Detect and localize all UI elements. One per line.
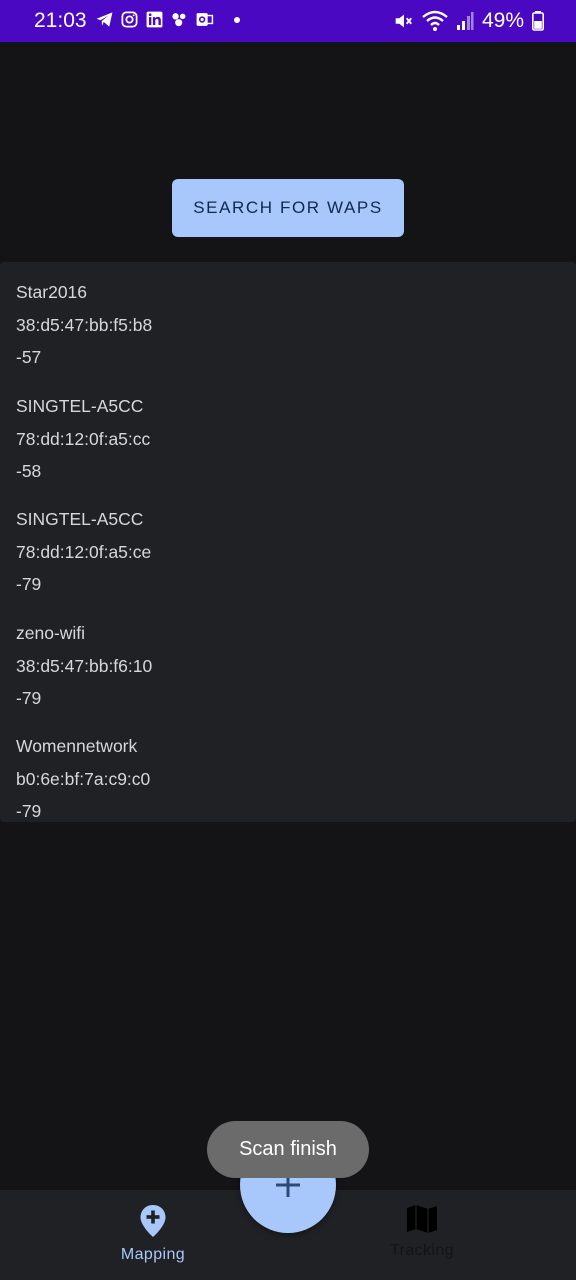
wap-rssi: -79 — [16, 687, 42, 708]
wap-bssid: 78:dd:12:0f:a5:ce — [16, 542, 152, 563]
wap-list-item[interactable]: zeno-wifi 38:d5:47:bb:f6:10 -79 — [0, 603, 576, 717]
nav-label-mapping: Mapping — [120, 1246, 186, 1263]
wap-ssid: SINGTEL-A5CC — [16, 395, 144, 416]
wap-ssid: Womennetwork — [16, 736, 138, 757]
nav-label-tracking: Tracking — [390, 1242, 454, 1259]
wap-ssid: Star2016 — [16, 282, 88, 302]
wap-ssid: SINGTEL-A5CC — [16, 509, 144, 530]
wap-bssid: 38:d5:47:bb:f5:b8 — [16, 315, 153, 335]
wap-rssi: -58 — [16, 460, 42, 481]
wap-ssid: zeno-wifi — [16, 622, 86, 643]
map-icon — [407, 1205, 437, 1233]
nav-item-mapping[interactable]: Mapping — [93, 1204, 213, 1264]
wap-bssid: 38:d5:47:bb:f6:10 — [16, 655, 153, 676]
wap-rssi: -79 — [16, 801, 42, 822]
wap-list[interactable]: Star2016 38:d5:47:bb:f5:b8 -57 SINGTEL-A… — [0, 262, 576, 822]
more-notifications-dot — [234, 16, 240, 23]
wap-rssi: -79 — [16, 574, 42, 595]
status-time: 21:03 — [34, 9, 87, 32]
nav-item-tracking[interactable]: Tracking — [362, 1204, 482, 1260]
wap-rssi: -57 — [16, 347, 42, 367]
notification-icons — [95, 10, 240, 29]
wap-list-item[interactable]: Star2016 38:d5:47:bb:f5:b8 -57 — [0, 262, 576, 376]
status-bar: 21:03 49% — [0, 0, 576, 42]
signal-icon — [456, 12, 474, 30]
wap-list-item[interactable]: SINGTEL-A5CC 78:dd:12:0f:a5:ce -79 — [0, 489, 576, 603]
map-pin-add-icon — [140, 1205, 166, 1237]
linkedin-icon — [146, 11, 163, 28]
instagram-icon — [121, 11, 138, 28]
battery-icon — [532, 11, 544, 31]
outlook-icon — [196, 13, 214, 26]
mute-icon — [395, 14, 412, 28]
app-icon — [172, 13, 186, 27]
wap-list-item[interactable]: Womennetwork b0:6e:bf:7a:c9:c0 -79 — [0, 716, 576, 830]
telegram-icon — [96, 12, 113, 27]
search-for-waps-button[interactable]: SEARCH FOR WAPS — [172, 179, 404, 237]
system-icons: 49% — [392, 9, 544, 33]
battery-percent: 49% — [481, 9, 524, 32]
wap-list-item[interactable]: SINGTEL-A5CC 78:dd:12:0f:a5:cc -58 — [0, 376, 576, 490]
wifi-icon — [422, 10, 448, 31]
wap-bssid: 78:dd:12:0f:a5:cc — [16, 428, 151, 449]
scan-finish-toast: Scan finish — [207, 1121, 369, 1178]
wap-bssid: b0:6e:bf:7a:c9:c0 — [16, 769, 151, 790]
